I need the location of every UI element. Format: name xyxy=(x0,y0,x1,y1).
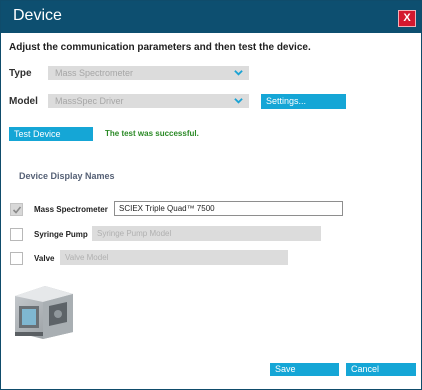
type-select[interactable]: Mass Spectrometer xyxy=(48,66,249,80)
valve-name-field[interactable]: Valve Model xyxy=(60,250,288,265)
valve-checkbox[interactable] xyxy=(10,252,23,265)
model-value: MassSpec Driver xyxy=(55,96,124,106)
test-device-button[interactable]: Test Device xyxy=(9,127,93,141)
valve-label: Valve xyxy=(34,254,55,263)
mass-spectrometer-name-field[interactable]: SCIEX Triple Quad™ 7500 xyxy=(114,201,343,216)
chevron-down-icon xyxy=(234,98,243,104)
test-status: The test was successful. xyxy=(105,129,199,138)
device-dialog: Device X Adjust the communication parame… xyxy=(0,0,422,390)
section-heading: Device Display Names xyxy=(19,171,115,181)
type-value: Mass Spectrometer xyxy=(55,68,134,78)
dialog-title: Device xyxy=(13,7,62,24)
close-button[interactable]: X xyxy=(398,10,416,27)
title-bar[interactable]: Device X xyxy=(1,1,421,33)
cancel-button[interactable]: Cancel xyxy=(346,363,416,376)
syringe-pump-name-field[interactable]: Syringe Pump Model xyxy=(92,226,321,241)
chevron-down-icon xyxy=(234,70,243,76)
type-label: Type xyxy=(9,68,32,79)
mass-spectrometer-label: Mass Spectrometer xyxy=(34,205,108,214)
model-label: Model xyxy=(9,96,38,107)
settings-button[interactable]: Settings... xyxy=(261,94,346,109)
mass-spectrometer-image xyxy=(15,286,73,339)
model-select[interactable]: MassSpec Driver xyxy=(48,94,249,108)
checkmark-icon xyxy=(12,206,22,214)
instruction-text: Adjust the communication parameters and … xyxy=(9,42,311,53)
syringe-pump-checkbox[interactable] xyxy=(10,228,23,241)
syringe-pump-label: Syringe Pump xyxy=(34,230,88,239)
mass-spectrometer-checkbox[interactable] xyxy=(10,203,23,216)
save-button[interactable]: Save xyxy=(270,363,339,376)
